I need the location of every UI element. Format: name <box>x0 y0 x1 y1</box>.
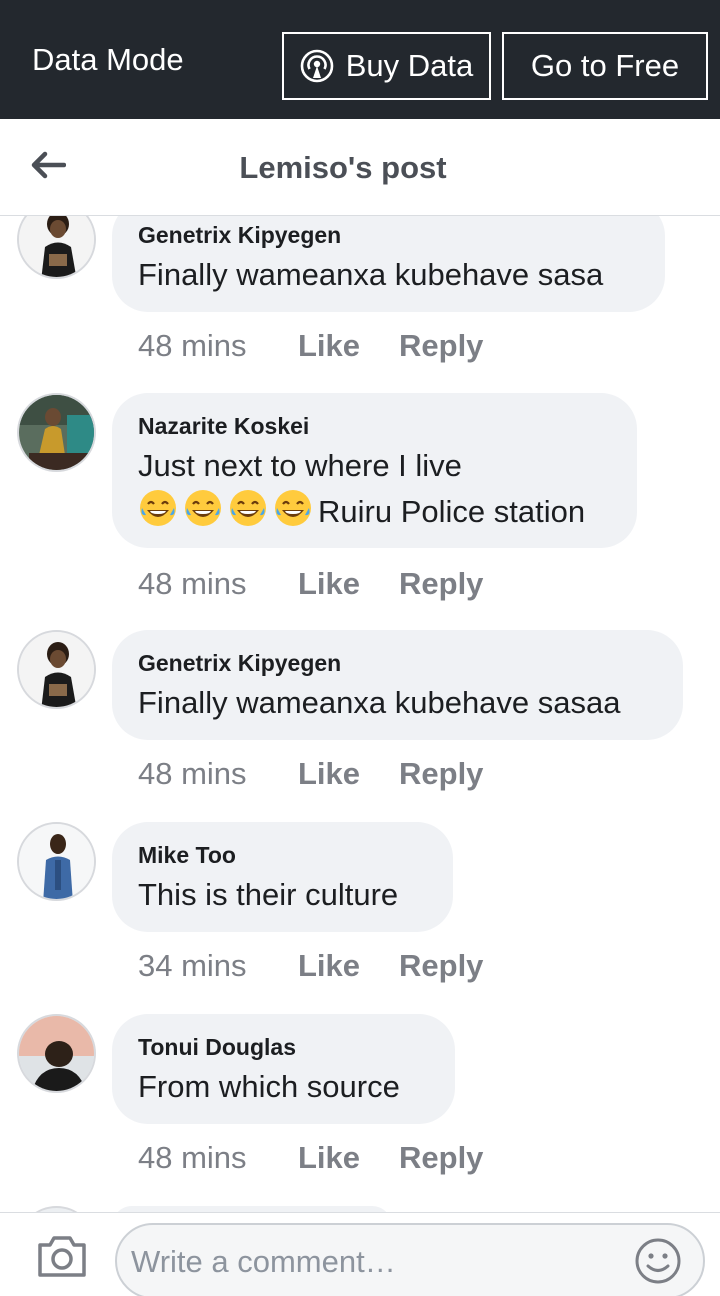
buy-data-label: Buy Data <box>345 48 474 83</box>
comment-author[interactable]: Genetrix Kipyegen <box>138 222 341 249</box>
comment-text: This is their culture <box>138 877 399 912</box>
buy-data-button[interactable]: Buy Data <box>282 32 491 100</box>
comment-time: 48 mins <box>138 566 247 601</box>
reply-button[interactable]: Reply <box>399 328 483 364</box>
comment-time: 48 mins <box>138 328 247 363</box>
avatar[interactable] <box>17 393 96 472</box>
like-button[interactable]: Like <box>298 756 399 792</box>
comment-author[interactable]: Genetrix Kipyegen <box>138 650 341 677</box>
comment-time: 34 mins <box>138 948 247 983</box>
comment-field[interactable] <box>115 1223 705 1296</box>
comment-composer <box>0 1212 720 1296</box>
like-button[interactable]: Like <box>298 1140 399 1176</box>
page-title: Lemiso's post <box>239 150 447 185</box>
data-mode-label: Data Mode <box>32 42 184 77</box>
comment-text: From which source <box>138 1069 400 1104</box>
camera-icon[interactable] <box>36 1233 88 1279</box>
comment-actions: 34 mins Like Reply <box>138 948 483 984</box>
post-header: Lemiso's post <box>0 119 720 216</box>
comment-author[interactable]: Nazarite Koskei <box>138 413 309 440</box>
comment-item: Genetrix Kipyegen Finally wameanxa kubeh… <box>0 216 720 380</box>
smiley-icon[interactable] <box>634 1237 682 1285</box>
reply-button[interactable]: Reply <box>399 756 483 792</box>
comment-actions: 48 mins Like Reply <box>138 756 483 792</box>
comment-author[interactable]: Mike Too <box>138 842 236 869</box>
laughing-emoji-icon <box>138 488 178 528</box>
comment-text: Just next to where I live <box>138 448 462 483</box>
comment-time: 48 mins <box>138 756 247 791</box>
comment-bubble: Genetrix Kipyegen Finally wameanxa kubeh… <box>112 216 665 312</box>
reply-button[interactable]: Reply <box>399 566 483 602</box>
comment-item: Mike Too This is their culture 34 mins Li… <box>0 822 720 1002</box>
avatar[interactable] <box>17 1014 96 1093</box>
comment-actions: 48 mins Like Reply <box>138 566 483 602</box>
comment-author[interactable]: Tonui Douglas <box>138 1034 296 1061</box>
comment-item: Tonui Douglas From which source 48 mins L… <box>0 1014 720 1194</box>
comment-actions: 48 mins Like Reply <box>138 1140 483 1176</box>
reply-button[interactable]: Reply <box>399 948 483 984</box>
comment-text-line-2: Ruiru Police station <box>138 488 585 534</box>
comment-text-tail: Ruiru Police station <box>318 494 586 529</box>
comment-bubble: Nazarite Koskei Just next to where I liv… <box>112 393 637 548</box>
avatar[interactable] <box>17 216 96 279</box>
like-button[interactable]: Like <box>298 948 399 984</box>
go-to-free-button[interactable]: Go to Free <box>502 32 708 100</box>
broadcast-icon <box>300 49 334 83</box>
like-button[interactable]: Like <box>298 328 399 364</box>
comment-input[interactable] <box>131 1235 631 1289</box>
avatar[interactable] <box>17 822 96 901</box>
comment-bubble: Genetrix Kipyegen Finally wameanxa kubeh… <box>112 630 683 740</box>
laughing-emoji-icon <box>183 488 223 528</box>
laughing-emoji-icon <box>228 488 268 528</box>
data-mode-bar: Data Mode Buy Data Go to Free <box>0 0 720 119</box>
reply-button[interactable]: Reply <box>399 1140 483 1176</box>
comment-list[interactable]: Genetrix Kipyegen Finally wameanxa kubeh… <box>0 216 720 1212</box>
comment-item: Nazarite Koskei Just next to where I liv… <box>0 393 720 623</box>
laughing-emoji-icon <box>273 488 313 528</box>
comment-text: Finally wameanxa kubehave sasaa <box>138 685 621 720</box>
avatar[interactable] <box>17 630 96 709</box>
like-button[interactable]: Like <box>298 566 399 602</box>
comment-item: Genetrix Kipyegen Finally wameanxa kubeh… <box>0 630 720 810</box>
comment-time: 48 mins <box>138 1140 247 1175</box>
comment-bubble: Mike Too This is their culture <box>112 822 453 932</box>
comment-bubble: Tonui Douglas From which source <box>112 1014 455 1124</box>
go-to-free-label: Go to Free <box>530 48 680 83</box>
comment-actions: 48 mins Like Reply <box>138 328 483 364</box>
comment-text: Finally wameanxa kubehave sasa <box>138 257 604 292</box>
